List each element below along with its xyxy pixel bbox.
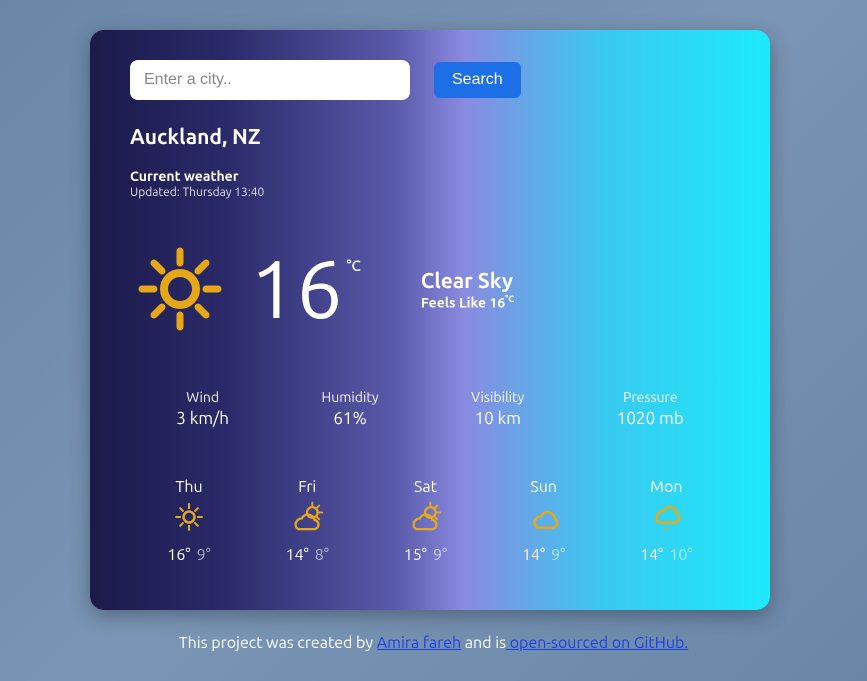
- forecast-item: Mon 14° 10°: [640, 478, 692, 564]
- forecast-day: Thu: [167, 478, 210, 496]
- stat-wind: Wind 3 km/h: [176, 389, 229, 428]
- forecast-hi: 16°: [167, 546, 190, 564]
- location-heading: Auckland, NZ: [130, 124, 730, 148]
- stat-label: Pressure: [617, 389, 684, 405]
- stat-label: Humidity: [322, 389, 379, 405]
- current-main-row: 16 °C Clear Sky Feels Like 16°C: [130, 239, 730, 339]
- stat-label: Visibility: [471, 389, 524, 405]
- forecast-item: Sat 15° 9°: [404, 478, 447, 564]
- sun-cloud-icon: [404, 500, 447, 534]
- stat-value: 1020 mb: [617, 409, 684, 428]
- forecast-temps: 15° 9°: [404, 546, 447, 564]
- github-link[interactable]: open-sourced on GitHub.: [506, 634, 688, 652]
- forecast-day: Sun: [522, 478, 565, 496]
- forecast-day: Sat: [404, 478, 447, 496]
- forecast-temps: 14° 8°: [286, 546, 329, 564]
- cloud-icon: [522, 500, 565, 534]
- forecast-item: Sun 14° 9°: [522, 478, 565, 564]
- search-button[interactable]: Search: [434, 62, 521, 98]
- temp-unit: °C: [347, 258, 361, 330]
- feels-prefix: Feels Like: [421, 294, 489, 310]
- forecast-item: Fri 14° 8°: [286, 478, 329, 564]
- forecast-day: Mon: [640, 478, 692, 496]
- forecast-item: Thu 16° 9°: [167, 478, 210, 564]
- stat-humidity: Humidity 61%: [322, 389, 379, 428]
- forecast-hi: 15°: [404, 546, 427, 564]
- forecast-hi: 14°: [286, 546, 309, 564]
- forecast-lo: 8°: [315, 546, 329, 564]
- forecast-temps: 14° 10°: [640, 546, 692, 564]
- forecast-lo: 9°: [197, 546, 211, 564]
- feels-like: Feels Like 16°C: [421, 294, 514, 311]
- footer-mid: and is: [461, 634, 506, 652]
- updated-time: Updated: Thursday 13:40: [130, 186, 730, 199]
- sun-cloud-icon: [286, 500, 329, 534]
- author-link[interactable]: Amira fareh: [377, 634, 461, 652]
- forecast-day: Fri: [286, 478, 329, 496]
- stat-value: 10 km: [471, 409, 524, 428]
- footer: This project was created by Amira fareh …: [90, 634, 777, 652]
- city-input[interactable]: [130, 60, 410, 100]
- cloud-rain-icon: [640, 500, 692, 534]
- stats-row: Wind 3 km/h Humidity 61% Visibility 10 k…: [130, 389, 730, 428]
- feels-value: 16: [489, 294, 505, 310]
- forecast-hi: 14°: [522, 546, 545, 564]
- forecast-hi: 14°: [640, 546, 663, 564]
- stat-value: 3 km/h: [176, 409, 229, 428]
- search-row: Search: [130, 60, 730, 100]
- weather-card: Search Auckland, NZ Current weather Upda…: [90, 30, 770, 610]
- sun-icon: [130, 239, 230, 339]
- temp-value: 16: [250, 248, 343, 330]
- stat-pressure: Pressure 1020 mb: [617, 389, 684, 428]
- stat-label: Wind: [176, 389, 229, 405]
- footer-prefix: This project was created by: [179, 634, 377, 652]
- stat-value: 61%: [322, 409, 379, 428]
- forecast-lo: 9°: [433, 546, 447, 564]
- forecast-temps: 16° 9°: [167, 546, 210, 564]
- stat-visibility: Visibility 10 km: [471, 389, 524, 428]
- forecast-lo: 9°: [551, 546, 565, 564]
- feels-unit: °C: [505, 294, 514, 304]
- forecast-temps: 14° 9°: [522, 546, 565, 564]
- current-temp: 16 °C: [250, 248, 361, 330]
- condition-text: Clear Sky: [421, 268, 514, 292]
- current-weather-label: Current weather: [130, 168, 730, 184]
- forecast-lo: 10°: [669, 546, 692, 564]
- sun-icon: [167, 500, 210, 534]
- forecast-row: Thu 16° 9° Fri 14° 8° Sat 15° 9°: [130, 478, 730, 564]
